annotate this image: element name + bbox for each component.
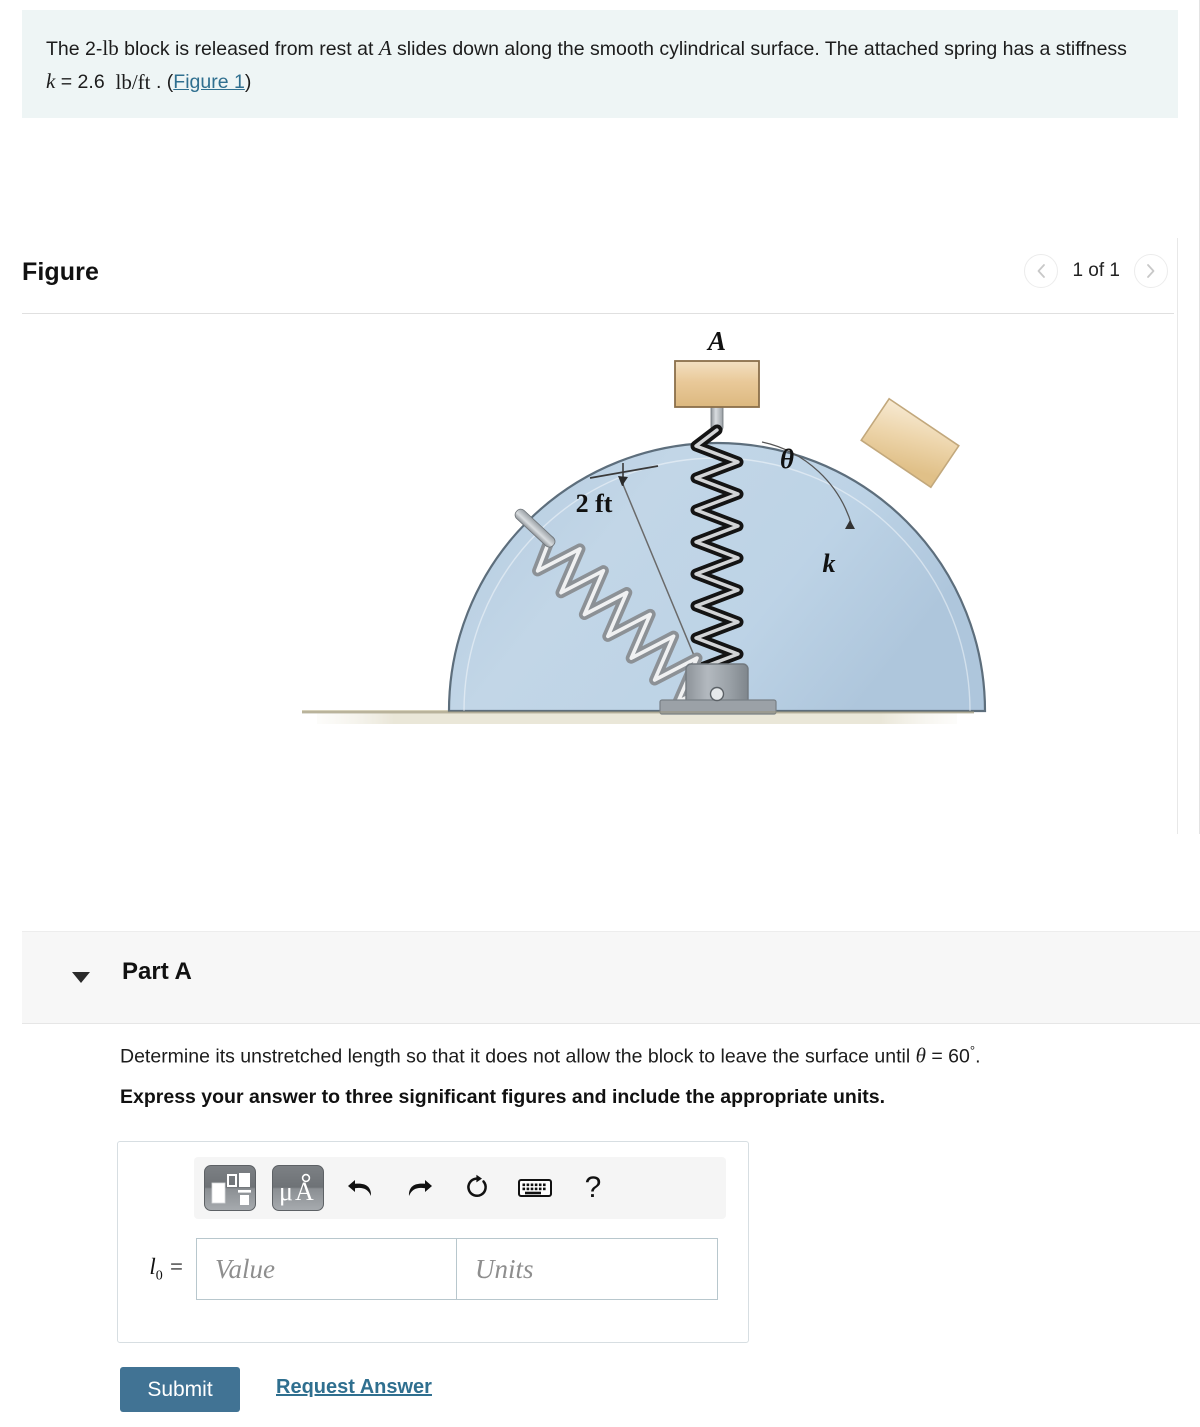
question-text: Determine its unstretched length so that… xyxy=(120,1045,916,1068)
chevron-left-icon xyxy=(1038,264,1046,278)
undo-arrow-icon xyxy=(348,1180,372,1196)
statement-unit-k: lb/ft xyxy=(115,70,151,94)
variable-subscript: 0 xyxy=(155,1268,163,1284)
variable-equals: = xyxy=(168,1253,184,1279)
figure-1-link[interactable]: Figure 1 xyxy=(173,71,245,93)
label-radius: 2 ft xyxy=(576,489,613,518)
part-a-header[interactable]: Part A xyxy=(22,931,1200,1024)
part-a-question: Determine its unstretched length so that… xyxy=(120,1043,1140,1069)
block-tilted xyxy=(860,397,960,489)
redo-arrow-icon xyxy=(408,1180,432,1196)
redo-button[interactable] xyxy=(398,1168,440,1208)
answer-variable-label: l0 = xyxy=(128,1254,196,1285)
statement-period: . xyxy=(155,71,162,93)
statement-unit-lb: lb xyxy=(102,36,119,60)
template-math-button[interactable] xyxy=(204,1165,256,1211)
reset-circular-arrow-icon xyxy=(467,1174,487,1197)
statement-text-2: block is released from rest at xyxy=(118,38,379,60)
statement-var-k: k xyxy=(46,69,56,93)
keyboard-button[interactable] xyxy=(514,1168,556,1208)
units-button[interactable]: μ A xyxy=(272,1165,324,1211)
label-spring-k: k xyxy=(823,549,836,578)
statement-equation: = 2.6 xyxy=(60,71,105,93)
part-a-label: Part A xyxy=(122,958,192,985)
figure-navigation: 1 of 1 xyxy=(1024,254,1168,288)
caret-down-icon[interactable] xyxy=(72,972,90,983)
figure-header: Figure 1 of 1 xyxy=(22,252,1174,314)
submit-button[interactable]: Submit xyxy=(120,1367,240,1412)
reset-button[interactable] xyxy=(456,1168,498,1208)
figure-next-button[interactable] xyxy=(1134,254,1168,288)
statement-text-1: The 2- xyxy=(46,38,103,60)
question-theta: θ xyxy=(915,1043,926,1068)
question-equation: = 60 xyxy=(931,1045,970,1068)
units-input[interactable] xyxy=(456,1238,718,1300)
statement-var-a: A xyxy=(378,36,392,60)
value-input[interactable] xyxy=(196,1238,456,1300)
keyboard-icon xyxy=(518,1179,552,1197)
svg-text:μ: μ xyxy=(279,1177,293,1206)
statement-text-3: slides down along the smooth cylindrical… xyxy=(391,38,1127,60)
micro-angstrom-icon: μ A xyxy=(279,1173,314,1206)
content-right-divider xyxy=(1177,238,1178,834)
question-mark-icon: ? xyxy=(584,1171,602,1204)
label-theta: θ xyxy=(780,444,794,474)
math-template-icon xyxy=(211,1173,251,1205)
question-period: . xyxy=(975,1045,981,1068)
figure-link-paren-close: ) xyxy=(244,71,252,93)
part-a-instruction: Express your answer to three significant… xyxy=(120,1086,885,1108)
cylindrical-surface-diagram: A 2 ft θ k xyxy=(302,326,987,724)
request-answer-link[interactable]: Request Answer xyxy=(276,1376,432,1399)
block-a xyxy=(674,360,760,408)
answer-toolbar: μ A ? xyxy=(194,1157,726,1219)
problem-statement: The 2-lb block is released from rest at … xyxy=(22,10,1178,118)
chevron-right-icon xyxy=(1147,264,1155,278)
figure-diagram: A 2 ft θ k xyxy=(22,326,1174,830)
help-button[interactable]: ? xyxy=(572,1168,614,1208)
undo-button[interactable] xyxy=(340,1168,382,1208)
label-block-a: A xyxy=(706,330,726,356)
answer-entry-box: μ A ? l0 = Value Units xyxy=(117,1141,749,1343)
figure-title: Figure xyxy=(22,258,99,286)
answer-input-row: l0 = xyxy=(128,1238,718,1300)
figure-prev-button[interactable] xyxy=(1024,254,1059,288)
figure-counter: 1 of 1 xyxy=(1072,260,1120,281)
